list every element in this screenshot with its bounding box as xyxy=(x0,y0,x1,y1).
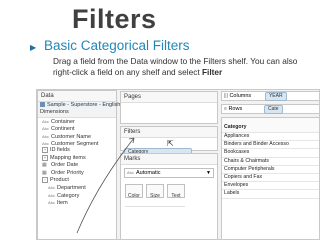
field-type-icon: Abc xyxy=(42,118,49,124)
field-name: Customer Name xyxy=(51,133,92,140)
category-list: Appliances Binders and Binder Accesso Book… xyxy=(222,133,319,199)
field-type-icon: Abc xyxy=(42,140,49,146)
detail-drop-area[interactable] xyxy=(125,206,185,237)
datasource-row[interactable]: Sample - Superstore - English ... xyxy=(38,102,126,110)
field-name: Customer Segment xyxy=(51,140,99,147)
size-button[interactable]: Size xyxy=(146,184,164,199)
category-column-header: Category xyxy=(222,118,319,133)
pages-label: Pages xyxy=(121,92,217,103)
color-button[interactable]: Color xyxy=(125,184,143,199)
columns-pill[interactable]: YEAR xyxy=(264,92,287,101)
category-item[interactable]: Bookcases xyxy=(222,149,319,158)
category-item[interactable]: Envelopes xyxy=(222,182,319,191)
collapse-icon[interactable]: − xyxy=(42,176,48,183)
rows-shelf[interactable]: ≡ Rows Cate xyxy=(221,104,319,114)
category-item[interactable]: Labels xyxy=(222,190,319,199)
columns-shelf[interactable]: ||| Columns YEAR xyxy=(221,91,319,101)
columns-icon: ||| xyxy=(224,93,228,99)
field-name: Item xyxy=(57,200,68,207)
field-name: Category xyxy=(57,192,80,199)
field-type-icon: Abc xyxy=(48,200,55,206)
text-button[interactable]: Text xyxy=(167,184,185,199)
tableau-screenshot: Data Sample - Superstore - English ... D… xyxy=(36,89,320,240)
automatic-icon: Abc xyxy=(127,170,134,175)
category-item[interactable]: Appliances xyxy=(222,133,319,142)
expand-icon[interactable]: + xyxy=(42,147,48,154)
dimension-field[interactable]: Abc Item xyxy=(38,199,116,206)
field-type-icon: Abc xyxy=(42,133,49,139)
dimension-field[interactable]: Abc Department xyxy=(38,184,116,191)
columns-label: Columns xyxy=(229,93,252,99)
datasource-name: Sample - Superstore - English ... xyxy=(47,102,127,108)
dimension-field[interactable]: ▦ Order Date xyxy=(38,162,116,169)
datasource-icon xyxy=(40,102,45,108)
pages-shelf[interactable]: Pages xyxy=(120,91,218,124)
expand-icon[interactable]: + xyxy=(42,154,48,161)
mark-type-dropdown[interactable]: Abc Automatic ▼ xyxy=(124,168,214,178)
text-label: Text xyxy=(171,193,181,199)
marks-label: Marks xyxy=(121,154,217,165)
marks-card: Marks Abc Automatic ▼ Color Size Text xyxy=(120,153,218,239)
category-item[interactable]: Binders and Binder Accesso xyxy=(222,141,319,150)
field-name: Product xyxy=(50,176,69,183)
body-bold: Filter xyxy=(201,67,223,77)
color-label: Color xyxy=(128,193,140,199)
bullet-arrow-icon: ▶ xyxy=(30,43,37,52)
category-item[interactable]: Computer Peripherals xyxy=(222,166,319,174)
dimension-field[interactable]: ▦ Order Priority xyxy=(38,170,116,177)
filters-label: Filters xyxy=(121,127,217,138)
body-text: Drag a field from the Data window to the… xyxy=(53,56,298,77)
dimension-field[interactable]: Abc Container xyxy=(38,118,116,125)
data-pane-title: Data xyxy=(38,91,116,102)
slide-heading: Basic Categorical Filters xyxy=(44,38,190,53)
dimensions-header: Dimensions xyxy=(38,109,116,118)
slide-body: Drag a field from the Data window to the… xyxy=(53,56,315,78)
field-name: Container xyxy=(51,118,75,125)
mark-type-value: Automatic xyxy=(136,170,161,176)
category-view: Category Appliances Binders and Binder Ac… xyxy=(221,117,319,239)
field-name: ID fields xyxy=(50,147,70,154)
dimension-fields: Abc Container Abc Continent Abc Customer Name… xyxy=(38,118,116,207)
dimension-field[interactable]: Abc Customer Name xyxy=(38,133,116,140)
cursor-icon: ⇱ xyxy=(167,139,174,148)
field-name: Department xyxy=(57,185,86,192)
filters-shelf[interactable]: Filters Category ⇱ xyxy=(120,126,218,157)
chevron-down-icon: ▼ xyxy=(206,170,211,176)
field-name: Continent xyxy=(51,126,75,133)
dimension-field[interactable]: + ID fields xyxy=(38,147,116,154)
field-type-icon: ▦ xyxy=(42,169,47,176)
field-name: Mapping items xyxy=(50,154,86,161)
dimension-field[interactable]: Abc Customer Segment xyxy=(38,140,116,147)
dimension-field[interactable]: + Mapping items xyxy=(38,154,116,162)
rows-icon: ≡ xyxy=(224,106,227,112)
rows-pill[interactable]: Cate xyxy=(263,105,283,114)
dimension-field[interactable]: Abc Continent xyxy=(38,125,116,132)
field-type-icon: ▦ xyxy=(42,162,47,169)
field-type-icon: Abc xyxy=(48,185,55,191)
field-type-icon: Abc xyxy=(42,126,49,132)
category-item[interactable]: Copiers and Fax xyxy=(222,174,319,183)
category-item[interactable]: Chairs & Chairmats xyxy=(222,158,319,166)
rows-label: Rows xyxy=(228,106,243,112)
slide-title: Filters xyxy=(72,4,157,34)
dimension-field[interactable]: − Product xyxy=(38,176,116,184)
dimension-field[interactable]: Abc Category xyxy=(38,192,116,199)
field-type-icon: Abc xyxy=(48,192,55,198)
field-name: Order Date xyxy=(51,162,79,169)
data-pane: Data Sample - Superstore - English ... D… xyxy=(37,90,126,239)
field-name: Order Priority xyxy=(51,169,84,176)
size-label: Size xyxy=(150,193,160,199)
